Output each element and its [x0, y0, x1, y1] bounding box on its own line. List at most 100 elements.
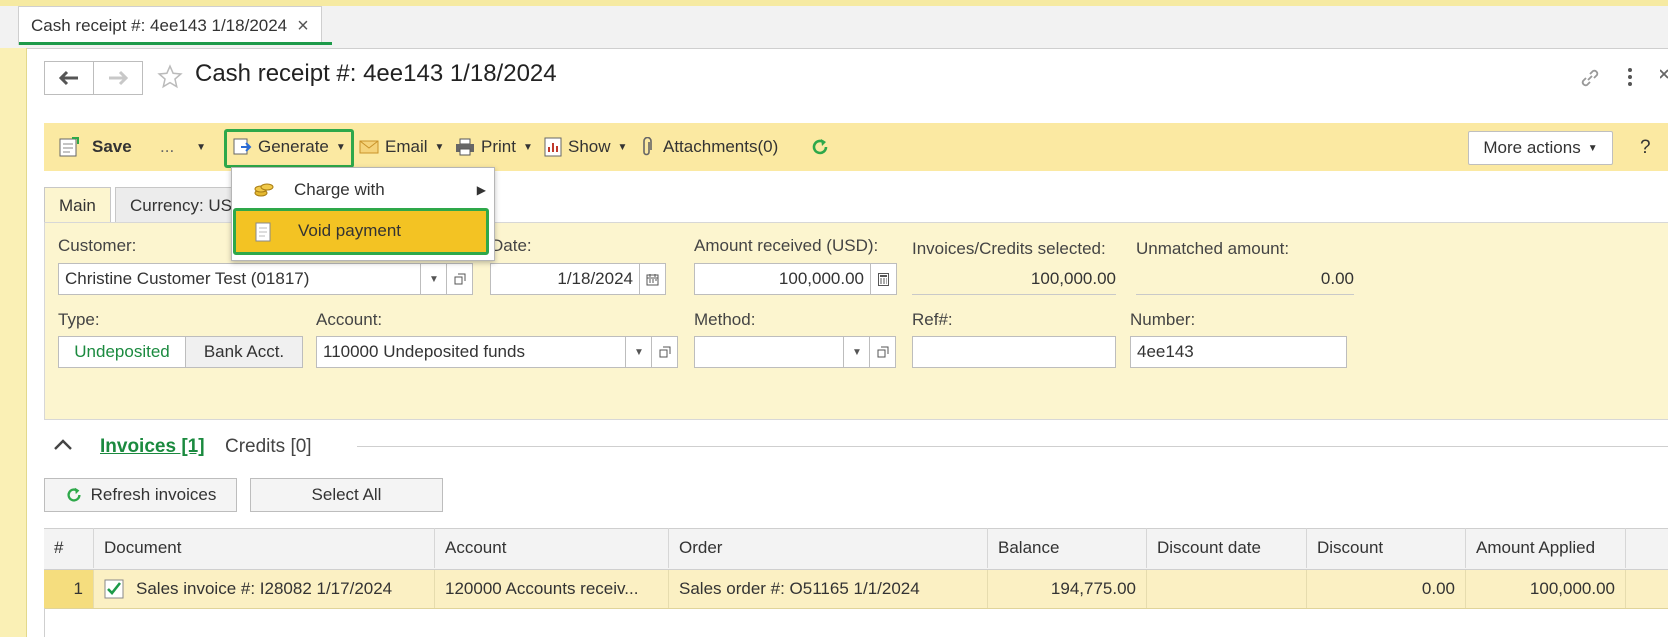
generate-highlight [224, 129, 354, 168]
chevron-down-icon: ▼ [1587, 142, 1598, 154]
method-open-button[interactable] [870, 336, 896, 368]
chevron-down-icon: ▼ [634, 346, 644, 358]
method-dropdown-button[interactable]: ▼ [844, 336, 870, 368]
column-header-balance[interactable]: Balance [988, 528, 1147, 568]
email-label: Email [385, 137, 428, 156]
grid-left-border [44, 608, 45, 637]
collapse-chevron-icon[interactable] [53, 438, 73, 452]
account-field[interactable]: 110000 Undeposited funds [316, 336, 626, 368]
row-number: 1 [44, 570, 94, 608]
number-label: Number: [1130, 310, 1196, 329]
document-icon [255, 222, 271, 242]
refresh-invoices-button[interactable]: Refresh invoices [44, 478, 237, 512]
tab-main[interactable]: Main [44, 187, 111, 224]
number-field[interactable]: 4ee143 [1130, 336, 1347, 368]
ellipsis-label: ... [160, 137, 175, 156]
order-cell: Sales order #: O51165 1/1/2024 [669, 570, 988, 608]
type-undeposited[interactable]: Undeposited [58, 336, 186, 368]
column-header-discount[interactable]: Discount [1307, 528, 1466, 568]
calculator-button[interactable] [871, 263, 897, 295]
save-button[interactable]: Save [58, 133, 132, 161]
date-field[interactable]: 1/18/2024 [490, 263, 640, 295]
attachments-button[interactable]: Attachments(0) [641, 133, 778, 161]
envelope-icon [359, 140, 379, 154]
document-cell[interactable]: Sales invoice #: I28082 1/17/2024 [94, 570, 435, 608]
chevron-down-icon: ▼ [434, 141, 445, 153]
customer-open-button[interactable] [447, 263, 473, 295]
column-header-account[interactable]: Account [435, 528, 669, 568]
method-label: Method: [694, 310, 756, 329]
back-button[interactable] [44, 61, 94, 95]
arrow-right-icon [109, 70, 129, 86]
page-title: Cash receipt #: 4ee143 1/18/2024 [195, 60, 557, 87]
selected-label: Invoices/Credits selected: [912, 239, 1106, 258]
column-header-order[interactable]: Order [669, 528, 988, 568]
forward-button[interactable] [93, 61, 143, 95]
show-label: Show [568, 137, 611, 156]
discount-date-cell [1147, 570, 1307, 608]
print-button[interactable]: Print ▼ [455, 133, 533, 161]
credits-tab[interactable]: Credits [0] [225, 436, 312, 458]
chevron-down-icon: ▼ [196, 141, 207, 153]
refresh-icon [67, 487, 81, 502]
more-vertical-icon[interactable] [1626, 67, 1634, 87]
more-commands-button[interactable]: ... ▼ [160, 133, 206, 161]
column-header-number[interactable]: # [44, 528, 94, 568]
show-button[interactable]: Show ▼ [544, 133, 627, 161]
document-tab[interactable]: Cash receipt #: 4ee143 1/18/2024 × [18, 6, 322, 45]
type-label: Type: [58, 310, 100, 329]
unmatched-value: 0.00 [1136, 264, 1354, 295]
invoices-tab[interactable]: Invoices [1] [100, 436, 205, 458]
menu-item-charge-with[interactable]: Charge with ▶ [232, 169, 494, 211]
submenu-arrow-icon: ▶ [476, 183, 486, 197]
more-actions-button[interactable]: More actions ▼ [1468, 131, 1613, 165]
link-icon[interactable] [1578, 66, 1602, 90]
chevron-down-icon: ▼ [852, 346, 862, 358]
ref-field[interactable] [912, 336, 1116, 368]
print-label: Print [481, 137, 516, 156]
save-label: Save [92, 137, 132, 156]
tab-main-label: Main [59, 196, 96, 215]
refresh-invoices-label: Refresh invoices [90, 485, 217, 504]
date-value: 1/18/2024 [557, 269, 633, 288]
paperclip-icon [643, 137, 652, 156]
amount-received-field[interactable]: 100,000.00 [694, 263, 871, 295]
open-form-icon [454, 273, 465, 285]
void-payment-label: Void payment [298, 221, 402, 240]
account-label: Account: [316, 310, 383, 329]
report-icon [544, 137, 562, 157]
account-dropdown-button[interactable]: ▼ [626, 336, 652, 368]
chevron-down-icon: ▼ [522, 141, 533, 153]
account-open-button[interactable] [652, 336, 678, 368]
active-tab-indicator [19, 42, 332, 45]
chevron-down-icon: ▼ [617, 141, 628, 153]
customer-label: Customer: [58, 236, 137, 255]
chevron-down-icon: ▼ [429, 273, 439, 285]
unmatched-label: Unmatched amount: [1136, 239, 1290, 258]
type-bank-acct[interactable]: Bank Acct. [185, 336, 303, 368]
save-icon [59, 137, 79, 157]
date-picker-button[interactable] [640, 263, 666, 295]
refresh-icon[interactable] [810, 137, 830, 157]
amount-received-label: Amount received (USD): [694, 236, 879, 255]
close-window-icon[interactable] [1660, 66, 1668, 86]
checkbox-checked-icon[interactable] [104, 579, 124, 599]
close-icon[interactable]: × [297, 15, 309, 38]
document-value: Sales invoice #: I28082 1/17/2024 [136, 579, 393, 598]
help-button[interactable]: ? [1640, 137, 1651, 159]
printer-icon [456, 138, 474, 156]
column-header-discount-date[interactable]: Discount date [1147, 528, 1307, 568]
customer-field[interactable]: Christine Customer Test (01817) [58, 263, 421, 295]
ref-label: Ref#: [912, 310, 953, 329]
date-label: Date: [491, 236, 532, 255]
select-all-button[interactable]: Select All [250, 478, 443, 512]
charge-with-label: Charge with [294, 180, 385, 199]
email-button[interactable]: Email ▼ [359, 133, 444, 161]
menu-item-void-payment[interactable]: Void payment [233, 208, 489, 255]
method-field[interactable] [694, 336, 844, 368]
star-icon[interactable] [157, 64, 183, 90]
column-header-document[interactable]: Document [94, 528, 435, 568]
number-value: 4ee143 [1137, 342, 1194, 361]
column-header-amount-applied[interactable]: Amount Applied [1466, 528, 1626, 568]
customer-dropdown-button[interactable]: ▼ [421, 263, 447, 295]
